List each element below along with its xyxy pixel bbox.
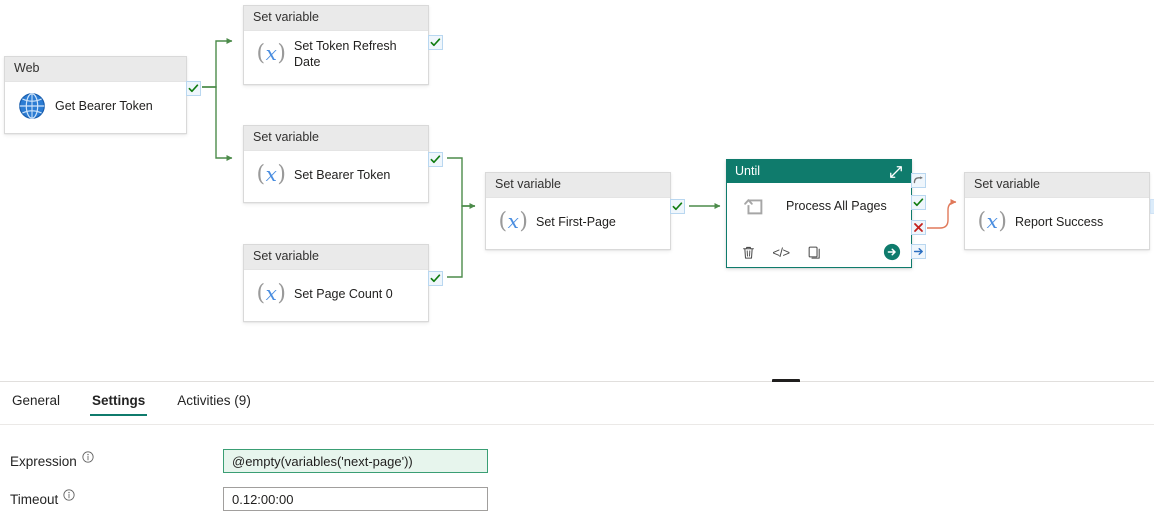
- run-arrow-icon[interactable]: [883, 243, 901, 261]
- timeout-input[interactable]: [223, 487, 488, 511]
- code-icon[interactable]: </>: [770, 241, 792, 263]
- expand-diagonal-icon[interactable]: [889, 165, 903, 179]
- panel-tabs: General Settings Activities (9): [0, 391, 281, 424]
- copy-icon[interactable]: [803, 241, 825, 263]
- activity-type-label: Web: [5, 57, 186, 82]
- until-name-label: Process All Pages: [786, 199, 887, 213]
- activity-name-label: Set Bearer Token: [294, 168, 391, 182]
- activity-name-label: Set First-Page: [536, 215, 616, 229]
- until-toolbar: </>: [727, 237, 911, 267]
- on-success-connector[interactable]: [911, 195, 926, 210]
- until-header: Until: [727, 160, 911, 183]
- tab-general[interactable]: General: [10, 391, 62, 416]
- tab-settings[interactable]: Settings: [90, 391, 148, 416]
- expression-label: Expression: [10, 453, 77, 469]
- activity-node-set-page-count-0[interactable]: Set variable (x) Set Page Count 0: [243, 244, 443, 322]
- activity-node-report-success[interactable]: Set variable (x) Report Success: [964, 172, 1154, 250]
- on-success-connector[interactable]: [428, 271, 443, 286]
- until-type-label: Until: [735, 164, 761, 178]
- activity-node-set-first-page[interactable]: Set variable (x) Set First-Page: [485, 172, 685, 250]
- properties-panel: General Settings Activities (9) Expressi…: [0, 382, 1154, 511]
- activity-type-label: Set variable: [486, 173, 670, 198]
- on-success-connector[interactable]: [670, 199, 685, 214]
- activity-node-get-bearer-token[interactable]: Web Get Bearer Token: [4, 56, 201, 134]
- trash-icon[interactable]: [737, 241, 759, 263]
- on-failure-connector[interactable]: [911, 220, 926, 235]
- activity-type-label: Set variable: [965, 173, 1149, 198]
- on-skip-connector[interactable]: [911, 173, 926, 188]
- tab-activities[interactable]: Activities (9): [175, 391, 253, 416]
- activity-name-label: Get Bearer Token: [55, 99, 153, 113]
- on-success-connector[interactable]: [428, 152, 443, 167]
- info-icon[interactable]: [63, 488, 75, 504]
- variable-x-icon: (x): [977, 209, 1007, 234]
- on-success-connector-stub[interactable]: [1150, 199, 1154, 214]
- expression-label-group: Expression: [10, 450, 94, 469]
- pipeline-canvas[interactable]: Web Get Bearer Token Set variable (x) Se…: [0, 0, 1154, 382]
- variable-x-icon: (x): [256, 281, 286, 306]
- globe-icon: [15, 91, 49, 121]
- info-icon[interactable]: [82, 450, 94, 466]
- on-success-connector[interactable]: [186, 81, 201, 96]
- variable-x-icon: (x): [256, 162, 286, 187]
- until-loop-icon: [737, 191, 771, 221]
- timeout-label: Timeout: [10, 491, 59, 507]
- activity-name-label: Set Token Refresh Date: [294, 39, 397, 69]
- activity-type-label: Set variable: [244, 126, 428, 151]
- activity-node-set-bearer-token[interactable]: Set variable (x) Set Bearer Token: [243, 125, 443, 203]
- activity-node-set-token-refresh-date[interactable]: Set variable (x) Set Token Refresh Date: [243, 5, 443, 85]
- timeout-label-group: Timeout: [10, 488, 75, 507]
- activity-node-until-process-all-pages[interactable]: Until Process All Pages </>: [726, 159, 912, 268]
- timeout-row: Timeout: [0, 486, 1154, 512]
- variable-x-icon: (x): [256, 41, 286, 66]
- expression-input[interactable]: [223, 449, 488, 473]
- tabs-divider: [0, 424, 1154, 425]
- expression-row: Expression: [0, 448, 1154, 474]
- on-success-connector[interactable]: [428, 35, 443, 50]
- variable-x-icon: (x): [498, 209, 528, 234]
- activity-type-label: Set variable: [244, 245, 428, 270]
- activity-name-label: Report Success: [1015, 215, 1104, 229]
- activity-type-label: Set variable: [244, 6, 428, 31]
- on-completion-connector[interactable]: [911, 244, 926, 259]
- activity-name-label: Set Page Count 0: [294, 287, 393, 301]
